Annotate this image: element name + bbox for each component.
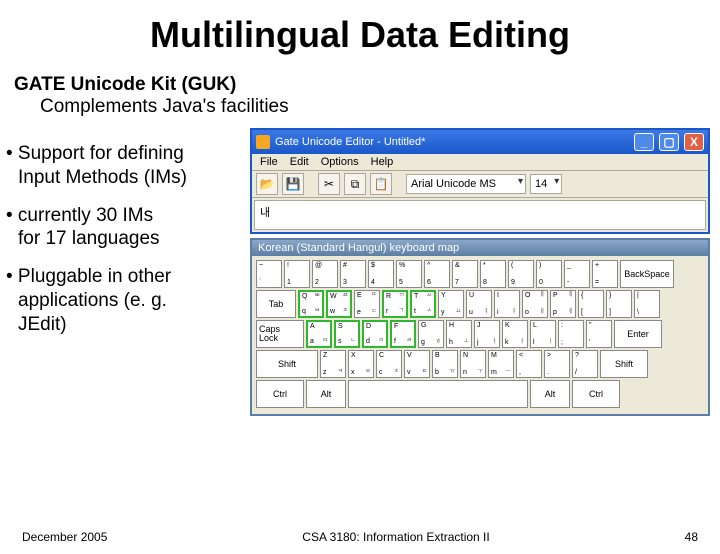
subtitle-complements: Complements Java's facilities (40, 96, 720, 118)
key-s[interactable]: Ssㄴ (334, 320, 360, 348)
key-[interactable]: += (592, 260, 618, 288)
key-7[interactable]: &7 (452, 260, 478, 288)
footer-course: CSA 3180: Information Extraction II (302, 530, 489, 544)
key-n[interactable]: Nnㅜ (460, 350, 486, 378)
key-i[interactable]: Iiㅑ (494, 290, 520, 318)
minimize-button[interactable]: _ (634, 133, 654, 151)
menu-file[interactable]: File (260, 156, 278, 168)
close-button[interactable]: X (684, 133, 704, 151)
key-[interactable]: |\ (634, 290, 660, 318)
key-[interactable]: }] (606, 290, 632, 318)
key-enter[interactable]: Enter (614, 320, 662, 348)
bullet-2-line1: • currently 30 IMs (6, 204, 250, 228)
key-5[interactable]: %5 (396, 260, 422, 288)
key-1[interactable]: !1 (284, 260, 310, 288)
key-6[interactable]: ^6 (424, 260, 450, 288)
key-[interactable]: ?/ (572, 350, 598, 378)
key-[interactable]: _- (564, 260, 590, 288)
subtitle-guk: GATE Unicode Kit (GUK) (14, 74, 720, 96)
key-[interactable]: ~` (256, 260, 282, 288)
keyboard-title: Korean (Standard Hangul) keyboard map (252, 240, 708, 256)
key-9[interactable]: (9 (508, 260, 534, 288)
app-icon (256, 135, 270, 149)
key-d[interactable]: Ddㅇ (362, 320, 388, 348)
key-8[interactable]: *8 (480, 260, 506, 288)
bullet-1: • Support for defining Input Methods (IM… (6, 142, 250, 190)
key-g[interactable]: Ggㅎ (418, 320, 444, 348)
bullet-1-line2: Input Methods (IMs) (18, 166, 250, 190)
key-x[interactable]: Xxㅌ (348, 350, 374, 378)
editor-window: Gate Unicode Editor - Untitled* _ ▢ X Fi… (250, 128, 710, 234)
key-ctrl-right[interactable]: Ctrl (572, 380, 620, 408)
key-[interactable]: "' (586, 320, 612, 348)
key-w[interactable]: Wㅉwㅈ (326, 290, 352, 318)
key-t[interactable]: Tㅆtㅅ (410, 290, 436, 318)
key-[interactable]: {[ (578, 290, 604, 318)
key-capslock[interactable]: Caps Lock (256, 320, 304, 348)
key-h[interactable]: Hhㅗ (446, 320, 472, 348)
slide-title: Multilingual Data Editing (0, 14, 720, 56)
key-[interactable]: :; (558, 320, 584, 348)
key-3[interactable]: #3 (340, 260, 366, 288)
paste-icon[interactable]: 📋 (370, 173, 392, 195)
font-size-select[interactable]: 14 (530, 174, 562, 194)
editor-title: Gate Unicode Editor - Untitled* (275, 136, 425, 148)
bullet-2-line2: for 17 languages (18, 227, 250, 251)
key-shift-right[interactable]: Shift (600, 350, 648, 378)
key-ctrl-left[interactable]: Ctrl (256, 380, 304, 408)
key-b[interactable]: Bbㅠ (432, 350, 458, 378)
editor-textarea[interactable]: 내 (254, 200, 706, 230)
key-space[interactable] (348, 380, 528, 408)
keyboard-window: Korean (Standard Hangul) keyboard map ~`… (250, 238, 710, 416)
editor-toolbar: 📂 💾 ✂ ⧉ 📋 Arial Unicode MS 14 (252, 171, 708, 198)
bullet-1-line1: • Support for defining (6, 142, 250, 166)
key-k[interactable]: Kkㅏ (502, 320, 528, 348)
open-icon[interactable]: 📂 (256, 173, 278, 195)
copy-icon[interactable]: ⧉ (344, 173, 366, 195)
key-r[interactable]: Rㄲrㄱ (382, 290, 408, 318)
cut-icon[interactable]: ✂ (318, 173, 340, 195)
key-u[interactable]: Uuㅕ (466, 290, 492, 318)
key-v[interactable]: Vvㅍ (404, 350, 430, 378)
key-shift-left[interactable]: Shift (256, 350, 318, 378)
font-select[interactable]: Arial Unicode MS (406, 174, 526, 194)
key-tab[interactable]: Tab (256, 290, 296, 318)
key-4[interactable]: $4 (368, 260, 394, 288)
key-y[interactable]: Yyㅛ (438, 290, 464, 318)
key-0[interactable]: )0 (536, 260, 562, 288)
key-backspace[interactable]: BackSpace (620, 260, 674, 288)
key-l[interactable]: Llㅣ (530, 320, 556, 348)
footer-date: December 2005 (22, 530, 107, 544)
menu-help[interactable]: Help (371, 156, 394, 168)
key-[interactable]: >. (544, 350, 570, 378)
key-j[interactable]: Jjㅓ (474, 320, 500, 348)
menu-edit[interactable]: Edit (290, 156, 309, 168)
key-z[interactable]: Zzㅋ (320, 350, 346, 378)
key-alt-left[interactable]: Alt (306, 380, 346, 408)
key-m[interactable]: Mmㅡ (488, 350, 514, 378)
key-c[interactable]: Ccㅊ (376, 350, 402, 378)
bullet-3-line2: applications (e. g. (18, 289, 250, 313)
footer-page: 48 (685, 530, 698, 544)
bullet-3-line3: JEdit) (18, 313, 250, 337)
maximize-button[interactable]: ▢ (659, 133, 679, 151)
key-q[interactable]: Qㅃqㅂ (298, 290, 324, 318)
bullet-2: • currently 30 IMs for 17 languages (6, 204, 250, 252)
editor-titlebar[interactable]: Gate Unicode Editor - Untitled* _ ▢ X (252, 130, 708, 154)
editor-menubar: File Edit Options Help (252, 154, 708, 171)
key-p[interactable]: Pㅖpㅔ (550, 290, 576, 318)
key-2[interactable]: @2 (312, 260, 338, 288)
key-f[interactable]: Ffㄹ (390, 320, 416, 348)
key-o[interactable]: Oㅒoㅐ (522, 290, 548, 318)
key-a[interactable]: Aaㅁ (306, 320, 332, 348)
bullet-3-line1: • Pluggable in other (6, 265, 250, 289)
bullet-3: • Pluggable in other applications (e. g.… (6, 265, 250, 336)
key-alt-right[interactable]: Alt (530, 380, 570, 408)
menu-options[interactable]: Options (321, 156, 359, 168)
key-[interactable]: <, (516, 350, 542, 378)
key-e[interactable]: Eㄸeㄷ (354, 290, 380, 318)
save-icon[interactable]: 💾 (282, 173, 304, 195)
